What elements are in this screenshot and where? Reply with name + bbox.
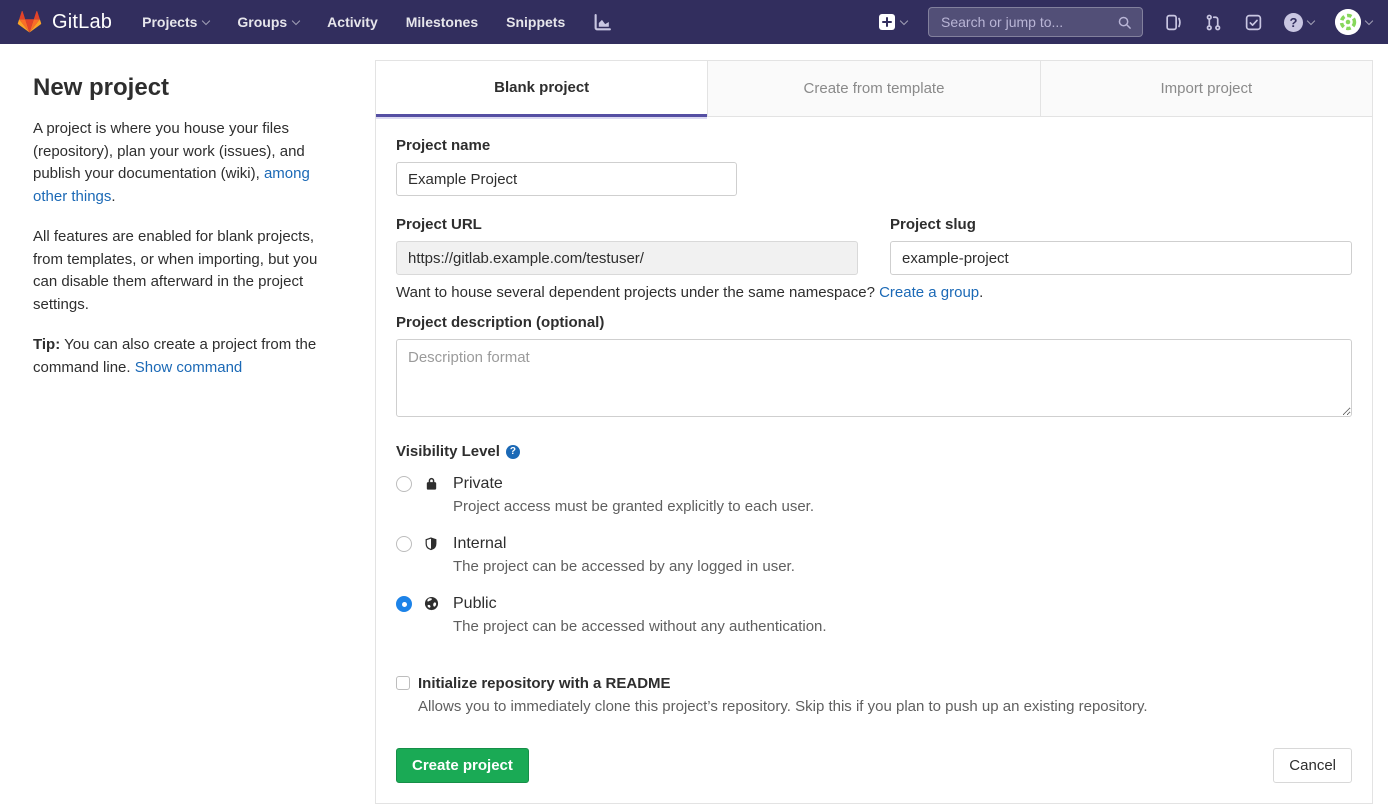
show-command-link[interactable]: Show command [135, 359, 243, 376]
brand-wordmark: GitLab [52, 11, 112, 34]
chevron-down-icon [202, 16, 210, 24]
user-menu-button[interactable] [1335, 9, 1372, 35]
visibility-option-internal: Internal The project can be accessed by … [396, 533, 1352, 578]
sidebar-paragraph-2: All features are enabled for blank proje… [33, 226, 335, 316]
plus-square-icon [878, 13, 896, 31]
nav-item-projects[interactable]: Projects [142, 14, 209, 30]
visibility-option-name[interactable]: Private [453, 473, 814, 495]
internal-radio[interactable] [396, 536, 412, 552]
private-radio[interactable] [396, 476, 412, 492]
initialize-readme-field: Initialize repository with a README Allo… [396, 673, 1352, 718]
visibility-option-desc: Project access must be granted explicitl… [453, 496, 814, 518]
create-a-group-link[interactable]: Create a group [879, 284, 979, 301]
chevron-down-icon [292, 16, 300, 24]
page-title: New project [33, 74, 335, 102]
project-type-tabs: Blank project Create from template Impor… [376, 61, 1372, 117]
project-url-label: Project URL [396, 216, 858, 233]
top-navbar: GitLab Projects Groups Activity Mileston… [0, 0, 1388, 44]
shield-icon [424, 536, 440, 552]
project-url-input[interactable] [396, 241, 858, 275]
visibility-option-desc: The project can be accessed without any … [453, 616, 827, 638]
public-radio[interactable] [396, 596, 412, 612]
gitlab-logo [16, 9, 43, 35]
visibility-option-name[interactable]: Internal [453, 533, 795, 555]
project-description-label: Project description (optional) [396, 314, 1352, 331]
primary-nav: Projects Groups Activity Milestones Snip… [142, 13, 612, 32]
new-menu-button[interactable] [878, 13, 907, 31]
initialize-readme-desc: Allows you to immediately clone this pro… [418, 696, 1148, 718]
namespace-hint: Want to house several dependent projects… [396, 284, 1352, 301]
initialize-readme-checkbox[interactable] [396, 676, 410, 690]
search-icon [1117, 15, 1132, 30]
help-icon: ? [1284, 13, 1303, 32]
cancel-button[interactable]: Cancel [1273, 748, 1352, 783]
nav-item-snippets[interactable]: Snippets [506, 14, 565, 30]
visibility-level-label: Visibility Level [396, 443, 500, 460]
tab-blank-project[interactable]: Blank project [376, 61, 707, 117]
new-project-panel: Blank project Create from template Impor… [375, 60, 1373, 804]
new-project-sidebar: New project A project is where you house… [0, 44, 375, 397]
sidebar-tip: Tip: You can also create a project from … [33, 334, 335, 379]
chevron-down-icon [1307, 16, 1315, 24]
project-name-field: Project name [396, 137, 737, 196]
create-project-button[interactable]: Create project [396, 748, 529, 783]
visibility-option-name[interactable]: Public [453, 593, 827, 615]
project-name-input[interactable] [396, 162, 737, 196]
chart-icon[interactable] [593, 13, 612, 32]
project-slug-field: Project slug [890, 216, 1352, 275]
search-input[interactable] [939, 13, 1111, 31]
tab-create-from-template[interactable]: Create from template [707, 61, 1039, 117]
sidebar-paragraph-1: A project is where you house your files … [33, 118, 335, 208]
help-menu-button[interactable]: ? [1284, 13, 1314, 32]
blank-project-form: Project name Project URL Project slug Wa… [376, 117, 1372, 803]
project-description-field: Project description (optional) [396, 314, 1352, 422]
merge-requests-icon[interactable] [1204, 13, 1223, 32]
chevron-down-icon [900, 16, 908, 24]
project-name-label: Project name [396, 137, 737, 154]
nav-item-milestones[interactable]: Milestones [406, 14, 478, 30]
user-avatar [1335, 9, 1361, 35]
project-url-field: Project URL [396, 216, 858, 275]
global-search[interactable] [928, 7, 1143, 37]
nav-item-groups[interactable]: Groups [237, 14, 299, 30]
navbar-right: ? [878, 7, 1372, 37]
chevron-down-icon [1365, 16, 1373, 24]
gitlab-home-link[interactable]: GitLab [16, 9, 112, 35]
globe-icon [424, 596, 440, 611]
initialize-readme-label[interactable]: Initialize repository with a README [418, 673, 1148, 694]
tab-import-project[interactable]: Import project [1040, 61, 1372, 117]
lock-icon [424, 476, 440, 492]
todos-icon[interactable] [1244, 13, 1263, 32]
question-icon[interactable]: ? [506, 445, 520, 459]
issues-icon[interactable] [1164, 13, 1183, 32]
project-description-textarea[interactable] [396, 339, 1352, 417]
visibility-option-public: Public The project can be accessed witho… [396, 593, 1352, 638]
visibility-option-desc: The project can be accessed by any logge… [453, 556, 795, 578]
project-slug-label: Project slug [890, 216, 1352, 233]
visibility-option-private: Private Project access must be granted e… [396, 473, 1352, 518]
nav-item-activity[interactable]: Activity [327, 14, 378, 30]
project-slug-input[interactable] [890, 241, 1352, 275]
